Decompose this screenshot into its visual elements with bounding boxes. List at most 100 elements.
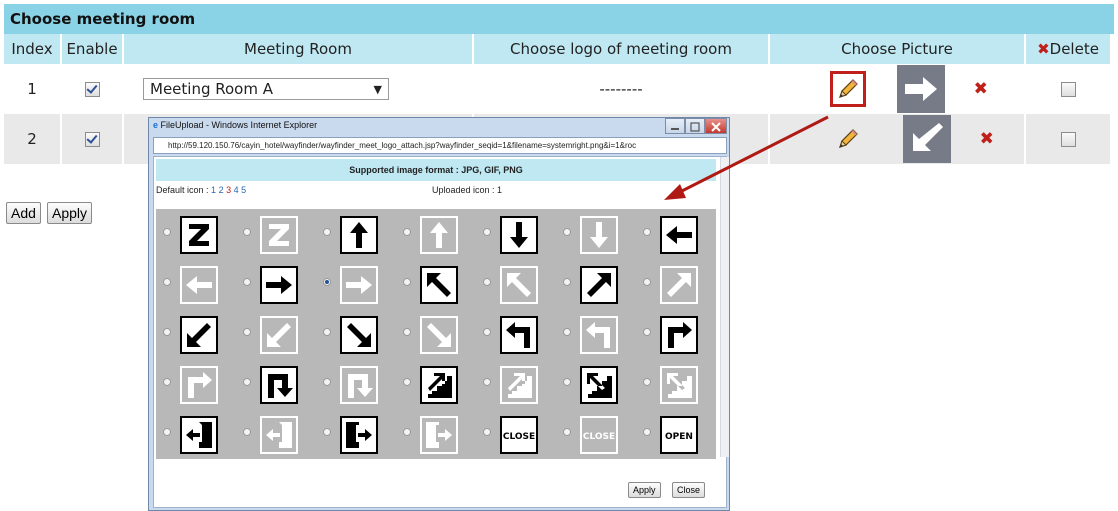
enable-checkbox[interactable]	[84, 132, 100, 147]
icon-radio[interactable]	[403, 378, 411, 386]
icon-radio[interactable]	[403, 228, 411, 236]
icon-option[interactable]	[636, 359, 716, 409]
icon-option[interactable]	[316, 259, 396, 309]
icon-radio[interactable]	[163, 428, 171, 436]
window-close-button[interactable]	[705, 118, 727, 134]
icon-option[interactable]	[236, 309, 316, 359]
icon-option[interactable]	[236, 209, 316, 259]
stairs-down-icon	[580, 366, 618, 404]
arrow-right-icon	[904, 77, 937, 101]
delete-checkbox[interactable]	[1060, 132, 1076, 147]
icon-radio[interactable]	[643, 328, 651, 336]
edit-picture-button[interactable]	[830, 71, 866, 107]
page-link-4[interactable]: 4	[234, 185, 239, 195]
icon-radio[interactable]	[403, 328, 411, 336]
icon-radio[interactable]	[163, 378, 171, 386]
icon-option[interactable]	[236, 359, 316, 409]
window-title: FileUpload - Windows Internet Explorer	[160, 120, 318, 130]
remove-picture-icon[interactable]: ✖	[974, 79, 988, 99]
icon-option[interactable]	[636, 259, 716, 309]
icon-radio[interactable]	[323, 328, 331, 336]
icon-radio[interactable]	[163, 328, 171, 336]
icon-radio[interactable]	[323, 428, 331, 436]
icon-option[interactable]	[156, 209, 236, 259]
icon-radio[interactable]	[243, 428, 251, 436]
icon-option[interactable]	[316, 409, 396, 459]
icon-option[interactable]	[156, 409, 236, 459]
icon-option[interactable]: CLOSE	[556, 409, 636, 459]
icon-option[interactable]	[556, 309, 636, 359]
icon-radio[interactable]	[643, 378, 651, 386]
icon-option[interactable]	[396, 259, 476, 309]
icon-radio[interactable]	[323, 278, 331, 286]
add-button[interactable]: Add	[6, 202, 41, 224]
icon-radio[interactable]	[163, 228, 171, 236]
icon-radio[interactable]	[563, 328, 571, 336]
delete-checkbox[interactable]	[1060, 82, 1076, 97]
enable-checkbox[interactable]	[84, 82, 100, 97]
popup-close-button[interactable]: Close	[672, 482, 706, 498]
icon-radio[interactable]	[243, 278, 251, 286]
page-link-1[interactable]: 1	[211, 185, 216, 195]
remove-picture-icon[interactable]: ✖	[980, 129, 994, 149]
icon-option[interactable]	[156, 359, 236, 409]
icon-option[interactable]	[396, 209, 476, 259]
arrow-up-right-icon	[660, 266, 698, 304]
icon-option[interactable]	[476, 209, 556, 259]
icon-radio[interactable]	[483, 378, 491, 386]
icon-option[interactable]: CLOSE	[476, 409, 556, 459]
icon-option[interactable]	[476, 259, 556, 309]
icon-radio[interactable]	[483, 428, 491, 436]
icon-radio[interactable]	[243, 328, 251, 336]
page-link-3[interactable]: 3	[226, 185, 231, 195]
icon-radio[interactable]	[643, 278, 651, 286]
page-link-5[interactable]: 5	[241, 185, 246, 195]
icon-option[interactable]	[556, 209, 636, 259]
icon-option[interactable]	[156, 259, 236, 309]
icon-option[interactable]	[396, 359, 476, 409]
icon-option[interactable]	[476, 359, 556, 409]
icon-option[interactable]	[636, 309, 716, 359]
page-link-2[interactable]: 2	[219, 185, 224, 195]
icon-radio[interactable]	[483, 328, 491, 336]
icon-option[interactable]	[316, 309, 396, 359]
icon-radio[interactable]	[483, 228, 491, 236]
chevron-down-icon: ▼	[373, 83, 382, 96]
icon-radio[interactable]	[643, 228, 651, 236]
icon-option[interactable]	[316, 209, 396, 259]
maximize-button[interactable]	[685, 118, 705, 134]
icon-radio[interactable]	[483, 278, 491, 286]
icon-option[interactable]	[236, 409, 316, 459]
icon-option[interactable]	[236, 259, 316, 309]
apply-button[interactable]: Apply	[47, 202, 93, 224]
icon-radio[interactable]	[163, 278, 171, 286]
icon-radio[interactable]	[643, 428, 651, 436]
icon-option[interactable]: OPEN	[636, 409, 716, 459]
meeting-room-select[interactable]: Meeting Room A ▼	[143, 78, 389, 100]
icon-radio[interactable]	[243, 378, 251, 386]
icon-option[interactable]	[396, 309, 476, 359]
icon-radio[interactable]	[563, 278, 571, 286]
icon-radio[interactable]	[403, 278, 411, 286]
icon-option[interactable]	[556, 259, 636, 309]
minimize-button[interactable]	[665, 118, 685, 134]
icon-option[interactable]	[316, 359, 396, 409]
icon-radio[interactable]	[323, 228, 331, 236]
scrollbar[interactable]	[720, 157, 729, 457]
icon-option[interactable]	[396, 409, 476, 459]
icon-option[interactable]	[156, 309, 236, 359]
icon-radio[interactable]	[243, 228, 251, 236]
icon-radio[interactable]	[323, 378, 331, 386]
icon-option[interactable]	[556, 359, 636, 409]
icon-option[interactable]	[636, 209, 716, 259]
icon-radio[interactable]	[563, 428, 571, 436]
icon-radio[interactable]	[403, 428, 411, 436]
popup-apply-button[interactable]: Apply	[628, 482, 661, 498]
icon-radio[interactable]	[563, 378, 571, 386]
pencil-icon[interactable]	[836, 127, 860, 151]
col-delete[interactable]: ✖Delete	[1026, 34, 1110, 64]
col-logo: Choose logo of meeting room	[474, 34, 768, 64]
icon-option[interactable]	[476, 309, 556, 359]
icon-radio[interactable]	[563, 228, 571, 236]
address-bar[interactable]: http://59.120.150.76/cayin_hotel/wayfind…	[153, 137, 727, 154]
